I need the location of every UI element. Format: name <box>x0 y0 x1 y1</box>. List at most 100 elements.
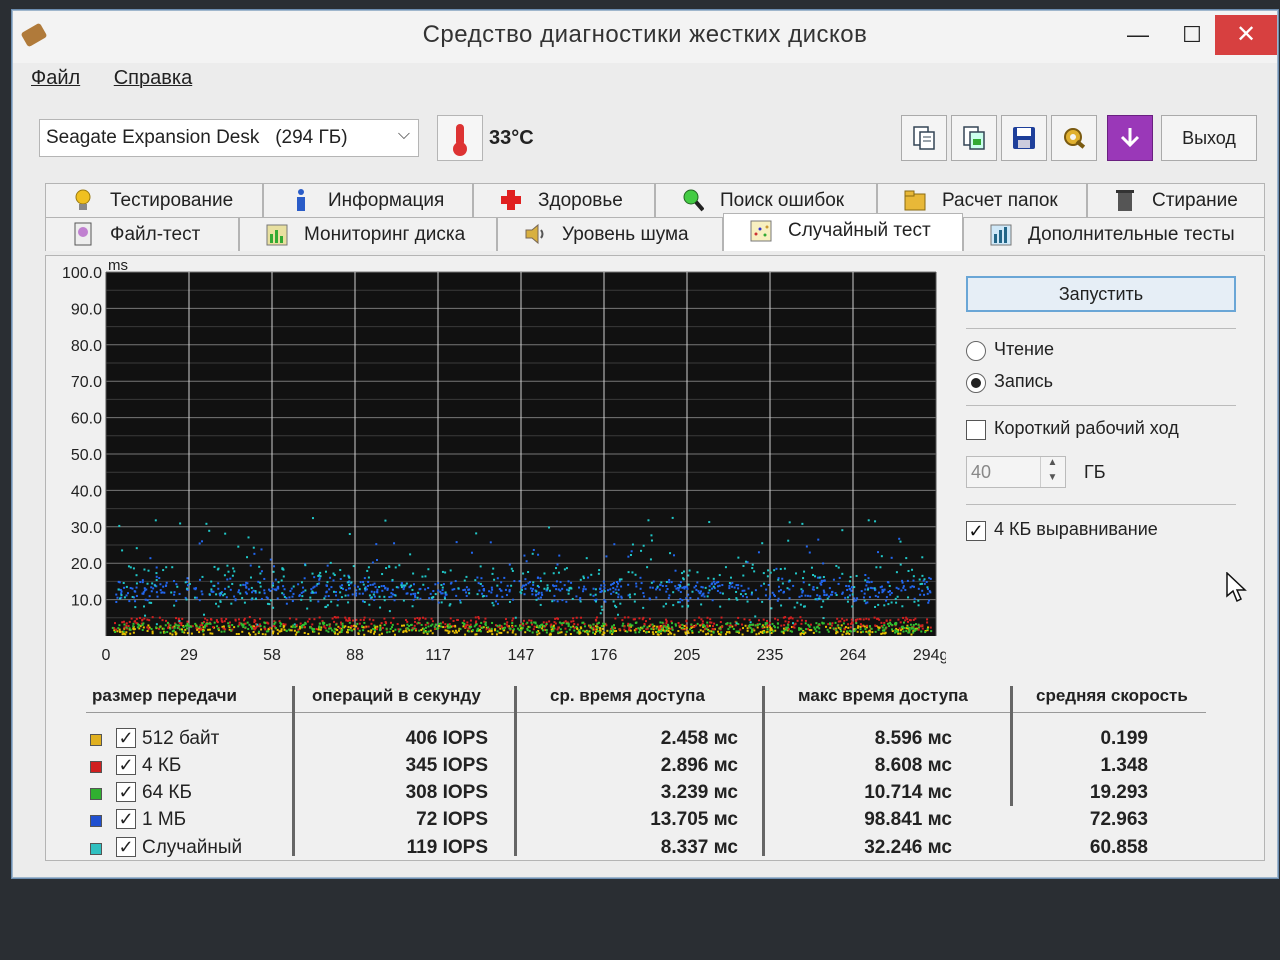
data-point <box>185 598 188 601</box>
short-stroke-checkbox[interactable] <box>966 420 986 440</box>
tab-noise-level[interactable]: Уровень шума <box>497 217 723 251</box>
data-point <box>582 621 585 624</box>
data-point <box>146 599 149 602</box>
temperature-button[interactable] <box>437 115 483 161</box>
data-point <box>561 599 564 602</box>
menu-file[interactable]: Файл <box>31 67 80 89</box>
data-point <box>126 592 129 595</box>
data-point <box>424 626 427 629</box>
data-point <box>650 539 653 542</box>
tab-random-test[interactable]: Случайный тест <box>723 213 963 251</box>
tab-folder-usage[interactable]: Расчет папок <box>877 183 1087 217</box>
spin-down-icon[interactable]: ▼ <box>1040 472 1064 487</box>
tab-disk-monitor[interactable]: Мониторинг диска <box>239 217 497 251</box>
data-point <box>308 618 311 621</box>
data-point <box>727 628 730 631</box>
close-button[interactable]: ✕ <box>1215 15 1277 55</box>
write-radio-row[interactable]: Запись <box>966 371 1256 399</box>
data-point <box>526 628 529 631</box>
data-point <box>681 599 684 602</box>
data-point <box>582 629 585 632</box>
data-point <box>326 581 329 584</box>
data-point <box>125 622 128 625</box>
data-point <box>245 581 248 584</box>
series-checkbox[interactable]: ✓ <box>116 782 136 802</box>
tab-info[interactable]: Информация <box>263 183 473 217</box>
data-point <box>114 622 117 625</box>
tab-error-scan[interactable]: Поиск ошибок <box>655 183 877 217</box>
data-point <box>128 627 131 630</box>
data-point <box>132 567 135 570</box>
data-point <box>418 617 421 620</box>
data-point <box>358 588 361 591</box>
start-button[interactable]: Запустить <box>966 276 1236 312</box>
data-point <box>720 616 723 619</box>
data-point <box>304 622 307 625</box>
data-point <box>114 631 117 634</box>
data-point <box>441 621 444 624</box>
title-bar[interactable]: Средство диагностики жестких дисков — ☐ … <box>13 11 1277 63</box>
data-point <box>681 623 684 626</box>
data-point <box>455 541 458 544</box>
data-point <box>777 578 780 581</box>
data-point <box>331 629 334 632</box>
series-checkbox[interactable]: ✓ <box>116 755 136 775</box>
series-checkbox[interactable]: ✓ <box>116 837 136 857</box>
data-point <box>386 587 389 590</box>
data-point <box>930 630 933 633</box>
data-point <box>370 596 373 599</box>
data-point <box>490 591 493 594</box>
drive-select[interactable]: Seagate Expansion Desk (294 ГБ) ⌵ <box>39 119 419 157</box>
data-point <box>201 540 204 543</box>
data-point <box>186 620 189 623</box>
exit-button[interactable]: Выход <box>1161 115 1257 161</box>
data-point <box>260 597 263 600</box>
read-radio[interactable] <box>966 341 986 361</box>
data-point <box>465 625 468 628</box>
data-point <box>869 586 872 589</box>
data-point <box>524 631 527 634</box>
data-point <box>246 621 249 624</box>
series-checkbox[interactable]: ✓ <box>116 728 136 748</box>
data-point <box>623 625 626 628</box>
data-point <box>156 595 159 598</box>
align-row[interactable]: ✓ 4 КБ выравнивание <box>966 519 1256 547</box>
write-radio[interactable] <box>966 373 986 393</box>
data-point <box>123 586 126 589</box>
data-point <box>755 633 758 636</box>
data-point <box>328 588 331 591</box>
options-button[interactable] <box>1051 115 1097 161</box>
data-point <box>840 630 843 633</box>
short-stroke-row[interactable]: Короткий рабочий ход <box>966 418 1256 446</box>
data-point <box>124 633 127 636</box>
data-point <box>822 622 825 625</box>
data-point <box>761 600 764 603</box>
tab-health[interactable]: Здоровье <box>473 183 655 217</box>
data-point <box>175 583 178 586</box>
data-point <box>525 583 528 586</box>
data-point <box>152 587 155 590</box>
maximize-button[interactable]: ☐ <box>1165 15 1219 55</box>
data-point <box>173 604 176 607</box>
download-button[interactable] <box>1107 115 1153 161</box>
tab-testing[interactable]: Тестирование <box>45 183 263 217</box>
data-point <box>475 532 478 535</box>
tab-erase[interactable]: Стирание <box>1087 183 1265 217</box>
copy-text-button[interactable] <box>901 115 947 161</box>
data-point <box>485 628 488 631</box>
menu-help[interactable]: Справка <box>114 67 192 89</box>
data-point <box>392 630 395 633</box>
align-checkbox[interactable]: ✓ <box>966 521 986 541</box>
tab-file-test[interactable]: Файл-тест <box>45 217 239 251</box>
minimize-button[interactable]: — <box>1111 15 1165 55</box>
spin-up-icon[interactable]: ▲ <box>1040 457 1064 472</box>
tab-extra-tests[interactable]: Дополнительные тесты <box>963 217 1265 251</box>
settings-icon <box>1064 128 1086 149</box>
save-button[interactable] <box>1001 115 1047 161</box>
data-point <box>635 621 638 624</box>
series-checkbox[interactable]: ✓ <box>116 809 136 829</box>
read-radio-row[interactable]: Чтение <box>966 339 1256 367</box>
data-point <box>634 631 637 634</box>
copy-image-button[interactable] <box>951 115 997 161</box>
data-point <box>247 627 250 630</box>
